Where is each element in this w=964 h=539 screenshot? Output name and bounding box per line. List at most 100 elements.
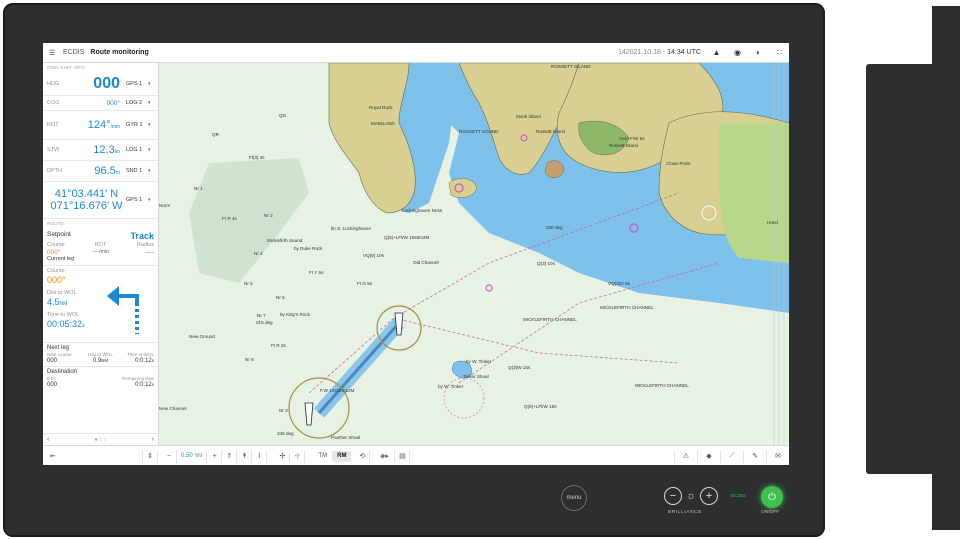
map-label-lockinghaven: Lockinghaven Ness (402, 208, 443, 213)
display-settings-icon[interactable]: ▤ (395, 449, 411, 463)
setpoint-label: Setpoint (47, 231, 71, 238)
contrast-icon[interactable]: ◐ (753, 47, 764, 58)
dpth-label: DPTH (47, 168, 62, 174)
notes-icon[interactable]: ✎ (744, 449, 767, 463)
brightness-up-button[interactable]: + (700, 487, 719, 505)
hamburger-menu-icon[interactable]: ☰ (49, 49, 59, 57)
map-label-micklefirth-sound: Micklefirth Sound (267, 238, 303, 243)
map-label-aero: Aero F/W 5s (619, 136, 645, 141)
rot-label: ROT (47, 122, 59, 128)
remaining-value: 0:0:12 (135, 382, 152, 388)
map-label-fr4s: FI R 4s (222, 216, 237, 221)
history-icon[interactable]: ⟲ (355, 449, 371, 463)
zoom-out-button[interactable]: − (162, 449, 177, 463)
next-leg-label: Next leg (47, 345, 70, 351)
onoff-label: ON/OFF (761, 510, 780, 515)
leg-course-value: 000° (47, 275, 66, 285)
setpoint-header: Setpoint Track (43, 229, 158, 241)
rot-value: 124° (87, 119, 111, 131)
cog-row[interactable]: COG 000° LOG 2 ▾ (43, 96, 158, 111)
date-time: 142021.10.18 - 14:34 UTC (618, 49, 701, 56)
alert-triangle-icon[interactable]: ⚠ (674, 449, 698, 463)
map-label-old-channel: Old Channel (413, 260, 439, 265)
current-leg-block: Course 000° Dist to WOL 4.5NM Time to WO… (43, 266, 158, 343)
setpoint-values: 000° ----/min ---- (43, 249, 158, 256)
hdg-source: GPS 1 (126, 81, 143, 87)
dpth-row[interactable]: DPTH 96.5m SND 1 ▾ (43, 161, 158, 182)
setpoint-radius: ---- (145, 249, 155, 256)
measure-icon[interactable]: ⟋ (721, 449, 744, 463)
course-up-icon[interactable]: ⌇ (252, 449, 268, 463)
left-info-panel: OWN SHIP INFO HDG 000 GPS 1 ▾ COG 000° L… (43, 63, 159, 445)
map-label-nr8: Nr 8 (245, 357, 254, 362)
stw-value: 12.3 (93, 144, 115, 156)
brightness-down-button[interactable]: − (664, 487, 682, 505)
nautical-chart[interactable]: ROSSETT ISLAND Royal Duck MAINLAND ROSSE… (159, 63, 789, 445)
tm-mode-button[interactable]: TM (313, 451, 332, 462)
map-label-nr1: Nr 1 (194, 186, 203, 191)
ecdis-screen: ☰ ECDIS Route monitoring 142021.10.18 - … (43, 43, 789, 465)
next-dist-wrap: 0.9NM (83, 358, 119, 364)
map-label-light-fl: Q(6)+LFl/W 15s8m3M (384, 235, 430, 240)
zoom-in-button[interactable]: + (206, 449, 223, 463)
map-label-nr6: Nr 6 (276, 295, 285, 300)
device-side-front (866, 64, 946, 474)
vector-icon[interactable]: ✣ (275, 449, 291, 463)
stw-source: LOG 1 (126, 147, 143, 153)
dist-wol-label: Dist to WOL (47, 290, 77, 296)
app-name: ECDIS (63, 49, 85, 56)
chevron-down-icon[interactable]: ▾ (148, 81, 154, 87)
time-text: 14:34 UTC (667, 49, 701, 56)
bottom-toolbar: ⇤ ⇕ − 0.50 NM + ⇑ ↟ ⌇ ✣ ⊹ TM RM ⟲ ◈▸ ▤ ⚠… (43, 445, 789, 465)
time-wol-label: Time to WOL (47, 312, 80, 318)
cog-value: 000° (106, 99, 120, 107)
collapse-panel-icon[interactable]: ⇤ (43, 450, 63, 463)
destination-columns: ETA Remaining time (43, 375, 158, 382)
map-label-fr2s: FI R 2s (271, 343, 286, 348)
user-icon[interactable]: ◉ (732, 47, 743, 58)
map-label-light-q15: Q(3)W 15s (508, 365, 531, 370)
map-label-light-q5: VQ(3)G 5s (608, 281, 630, 286)
track-mode[interactable]: Track (130, 231, 154, 241)
grid-icon[interactable]: ∷ (774, 47, 785, 58)
layers-icon[interactable]: ◆ (698, 449, 721, 463)
map-label-deg-030: 030 deg (546, 225, 563, 230)
chevron-down-icon[interactable]: ▾ (148, 122, 154, 128)
bell-icon[interactable]: ▲ (711, 47, 722, 58)
chevron-down-icon[interactable]: ▾ (148, 100, 154, 106)
comment-icon[interactable]: ✉ (767, 450, 789, 463)
chevron-down-icon[interactable]: ▾ (148, 168, 154, 174)
position-row[interactable]: 41°03.441′ N 071°16.676′ W GPS 1 ▾ (43, 182, 158, 219)
chevron-down-icon[interactable]: ▾ (148, 197, 154, 203)
rot-value-wrap: 124°/min (69, 119, 126, 131)
hdg-row[interactable]: HDG 000 GPS 1 ▾ (43, 73, 158, 96)
col-rot: ROT (94, 242, 107, 248)
map-label-new-channel: New Channel (159, 406, 187, 411)
chevron-down-icon[interactable]: ▾ (148, 147, 154, 153)
next-course-value: 000 (47, 358, 58, 364)
north-up-icon[interactable]: ⇑ (222, 449, 238, 463)
rot-unit: /min (110, 124, 120, 130)
rot-row[interactable]: ROT 124°/min GYR 1 ▾ (43, 111, 158, 140)
next-time-unit: s (151, 358, 155, 363)
head-up-icon[interactable]: ↟ (237, 449, 253, 463)
map-label-rossett-sound: ROSSETT SOUND (459, 129, 499, 134)
own-ship-center-icon[interactable]: ⊹ (290, 449, 306, 463)
hdg-value: 000 (93, 75, 120, 92)
route-section-title: ROUTE (47, 221, 65, 226)
power-button[interactable]: ⏻ (761, 486, 783, 508)
panel-pager: ‹ ● ○ ○ › (43, 433, 158, 445)
top-bar-right: 142021.10.18 - 14:34 UTC ▲ ◉ ◐ ∷ (618, 43, 785, 62)
panel-resize-icon[interactable]: ⇕ (142, 449, 158, 463)
scale-unit: NM (194, 453, 203, 459)
layers-menu-icon[interactable]: ◈▸ (374, 449, 396, 463)
dist-wol-wrap: 4.5NM (47, 297, 67, 307)
map-label-by-kittys-rock: by Kitty's Rock (280, 312, 310, 317)
rm-mode-button[interactable]: RM (332, 450, 352, 462)
chevron-left-icon[interactable]: ‹ (47, 436, 49, 443)
destination-values: 000 0:0:12s (43, 382, 158, 388)
menu-button[interactable]: menu (561, 485, 587, 511)
chevron-right-icon[interactable]: › (152, 436, 154, 443)
stw-row[interactable]: STW 12.3kn LOG 1 ▾ (43, 140, 158, 161)
brilliance-controls: − ☼ + (664, 487, 719, 505)
